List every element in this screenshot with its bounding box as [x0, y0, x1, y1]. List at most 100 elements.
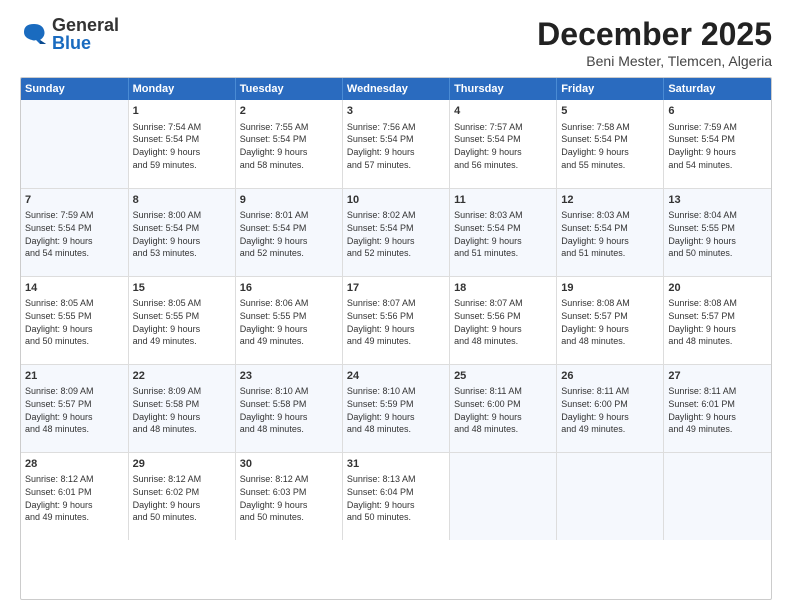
day-info: Sunrise: 8:09 AM Sunset: 5:57 PM Dayligh… — [25, 385, 124, 435]
col-wednesday: Wednesday — [342, 78, 449, 100]
header: General Blue December 2025 Beni Mester, … — [20, 16, 772, 69]
col-saturday: Saturday — [664, 78, 771, 100]
table-row — [21, 100, 128, 188]
table-row: 16Sunrise: 8:06 AM Sunset: 5:55 PM Dayli… — [235, 276, 342, 364]
day-number: 17 — [347, 281, 445, 296]
table-row: 17Sunrise: 8:07 AM Sunset: 5:56 PM Dayli… — [342, 276, 449, 364]
day-number: 15 — [133, 281, 231, 296]
day-number: 14 — [25, 281, 124, 296]
table-row: 31Sunrise: 8:13 AM Sunset: 6:04 PM Dayli… — [342, 452, 449, 540]
table-row: 25Sunrise: 8:11 AM Sunset: 6:00 PM Dayli… — [450, 364, 557, 452]
table-row: 11Sunrise: 8:03 AM Sunset: 5:54 PM Dayli… — [450, 188, 557, 276]
day-number: 23 — [240, 369, 338, 384]
month-year: December 2025 — [537, 16, 772, 53]
logo-icon — [20, 20, 48, 48]
table-row — [450, 452, 557, 540]
col-tuesday: Tuesday — [235, 78, 342, 100]
day-number: 8 — [133, 193, 231, 208]
table-row: 4 Sunrise: 7:57 AM Sunset: 5:54 PM Daylig… — [450, 100, 557, 188]
day-number: 20 — [668, 281, 767, 296]
day-number: 4 — [454, 104, 552, 119]
day-info: Sunrise: 7:59 AM Sunset: 5:54 PM Dayligh… — [668, 121, 767, 171]
day-info: Sunrise: 8:11 AM Sunset: 6:01 PM Dayligh… — [668, 385, 767, 435]
day-info: Sunrise: 8:11 AM Sunset: 6:00 PM Dayligh… — [454, 385, 552, 435]
day-info: Sunrise: 8:12 AM Sunset: 6:02 PM Dayligh… — [133, 473, 231, 523]
day-info: Sunrise: 8:04 AM Sunset: 5:55 PM Dayligh… — [668, 209, 767, 259]
day-number: 22 — [133, 369, 231, 384]
calendar-header: Sunday Monday Tuesday Wednesday Thursday… — [21, 78, 771, 100]
day-info: Sunrise: 8:07 AM Sunset: 5:56 PM Dayligh… — [454, 297, 552, 347]
table-row: 2 Sunrise: 7:55 AM Sunset: 5:54 PM Daylig… — [235, 100, 342, 188]
table-row: 15Sunrise: 8:05 AM Sunset: 5:55 PM Dayli… — [128, 276, 235, 364]
col-friday: Friday — [557, 78, 664, 100]
day-info: Sunrise: 7:56 AM Sunset: 5:54 PM Dayligh… — [347, 121, 445, 171]
table-row: 14Sunrise: 8:05 AM Sunset: 5:55 PM Dayli… — [21, 276, 128, 364]
table-row — [557, 452, 664, 540]
table-row: 6 Sunrise: 7:59 AM Sunset: 5:54 PM Daylig… — [664, 100, 771, 188]
day-number: 9 — [240, 193, 338, 208]
calendar: Sunday Monday Tuesday Wednesday Thursday… — [20, 77, 772, 600]
table-row: 3 Sunrise: 7:56 AM Sunset: 5:54 PM Daylig… — [342, 100, 449, 188]
day-info: Sunrise: 8:00 AM Sunset: 5:54 PM Dayligh… — [133, 209, 231, 259]
logo-blue-text: Blue — [52, 34, 119, 52]
table-row: 21Sunrise: 8:09 AM Sunset: 5:57 PM Dayli… — [21, 364, 128, 452]
day-info: Sunrise: 8:09 AM Sunset: 5:58 PM Dayligh… — [133, 385, 231, 435]
day-number: 1 — [133, 104, 231, 119]
day-number: 5 — [561, 104, 659, 119]
day-number: 6 — [668, 104, 767, 119]
day-info: Sunrise: 8:06 AM Sunset: 5:55 PM Dayligh… — [240, 297, 338, 347]
day-number: 2 — [240, 104, 338, 119]
day-info: Sunrise: 7:54 AM Sunset: 5:54 PM Dayligh… — [133, 121, 231, 171]
page: General Blue December 2025 Beni Mester, … — [0, 0, 792, 612]
day-number: 27 — [668, 369, 767, 384]
table-row: 13Sunrise: 8:04 AM Sunset: 5:55 PM Dayli… — [664, 188, 771, 276]
day-info: Sunrise: 7:59 AM Sunset: 5:54 PM Dayligh… — [25, 209, 124, 259]
day-info: Sunrise: 8:10 AM Sunset: 5:58 PM Dayligh… — [240, 385, 338, 435]
logo-general-text: General — [52, 16, 119, 34]
calendar-body: 1 Sunrise: 7:54 AM Sunset: 5:54 PM Daylig… — [21, 100, 771, 540]
day-info: Sunrise: 8:07 AM Sunset: 5:56 PM Dayligh… — [347, 297, 445, 347]
day-info: Sunrise: 8:03 AM Sunset: 5:54 PM Dayligh… — [561, 209, 659, 259]
day-number: 24 — [347, 369, 445, 384]
table-row: 8Sunrise: 8:00 AM Sunset: 5:54 PM Daylig… — [128, 188, 235, 276]
day-number: 26 — [561, 369, 659, 384]
table-row: 10Sunrise: 8:02 AM Sunset: 5:54 PM Dayli… — [342, 188, 449, 276]
title-block: December 2025 Beni Mester, Tlemcen, Alge… — [537, 16, 772, 69]
table-row: 5 Sunrise: 7:58 AM Sunset: 5:54 PM Daylig… — [557, 100, 664, 188]
day-info: Sunrise: 8:05 AM Sunset: 5:55 PM Dayligh… — [133, 297, 231, 347]
day-number: 18 — [454, 281, 552, 296]
table-row: 23Sunrise: 8:10 AM Sunset: 5:58 PM Dayli… — [235, 364, 342, 452]
day-number: 21 — [25, 369, 124, 384]
day-info: Sunrise: 8:13 AM Sunset: 6:04 PM Dayligh… — [347, 473, 445, 523]
col-thursday: Thursday — [450, 78, 557, 100]
col-sunday: Sunday — [21, 78, 128, 100]
day-info: Sunrise: 7:57 AM Sunset: 5:54 PM Dayligh… — [454, 121, 552, 171]
day-number: 13 — [668, 193, 767, 208]
day-info: Sunrise: 8:02 AM Sunset: 5:54 PM Dayligh… — [347, 209, 445, 259]
day-number: 30 — [240, 457, 338, 472]
day-number: 31 — [347, 457, 445, 472]
day-number: 29 — [133, 457, 231, 472]
table-row: 1 Sunrise: 7:54 AM Sunset: 5:54 PM Daylig… — [128, 100, 235, 188]
day-info: Sunrise: 8:12 AM Sunset: 6:01 PM Dayligh… — [25, 473, 124, 523]
table-row: 12Sunrise: 8:03 AM Sunset: 5:54 PM Dayli… — [557, 188, 664, 276]
logo-text: General Blue — [52, 16, 119, 52]
day-number: 19 — [561, 281, 659, 296]
day-number: 3 — [347, 104, 445, 119]
day-info: Sunrise: 8:12 AM Sunset: 6:03 PM Dayligh… — [240, 473, 338, 523]
table-row: 27Sunrise: 8:11 AM Sunset: 6:01 PM Dayli… — [664, 364, 771, 452]
table-row: 30Sunrise: 8:12 AM Sunset: 6:03 PM Dayli… — [235, 452, 342, 540]
table-row: 19Sunrise: 8:08 AM Sunset: 5:57 PM Dayli… — [557, 276, 664, 364]
day-number: 12 — [561, 193, 659, 208]
table-row — [664, 452, 771, 540]
calendar-table: Sunday Monday Tuesday Wednesday Thursday… — [21, 78, 771, 540]
location: Beni Mester, Tlemcen, Algeria — [537, 53, 772, 69]
day-info: Sunrise: 7:58 AM Sunset: 5:54 PM Dayligh… — [561, 121, 659, 171]
day-number: 11 — [454, 193, 552, 208]
day-info: Sunrise: 8:01 AM Sunset: 5:54 PM Dayligh… — [240, 209, 338, 259]
table-row: 20Sunrise: 8:08 AM Sunset: 5:57 PM Dayli… — [664, 276, 771, 364]
table-row: 28Sunrise: 8:12 AM Sunset: 6:01 PM Dayli… — [21, 452, 128, 540]
day-info: Sunrise: 7:55 AM Sunset: 5:54 PM Dayligh… — [240, 121, 338, 171]
table-row: 18Sunrise: 8:07 AM Sunset: 5:56 PM Dayli… — [450, 276, 557, 364]
logo: General Blue — [20, 16, 119, 52]
